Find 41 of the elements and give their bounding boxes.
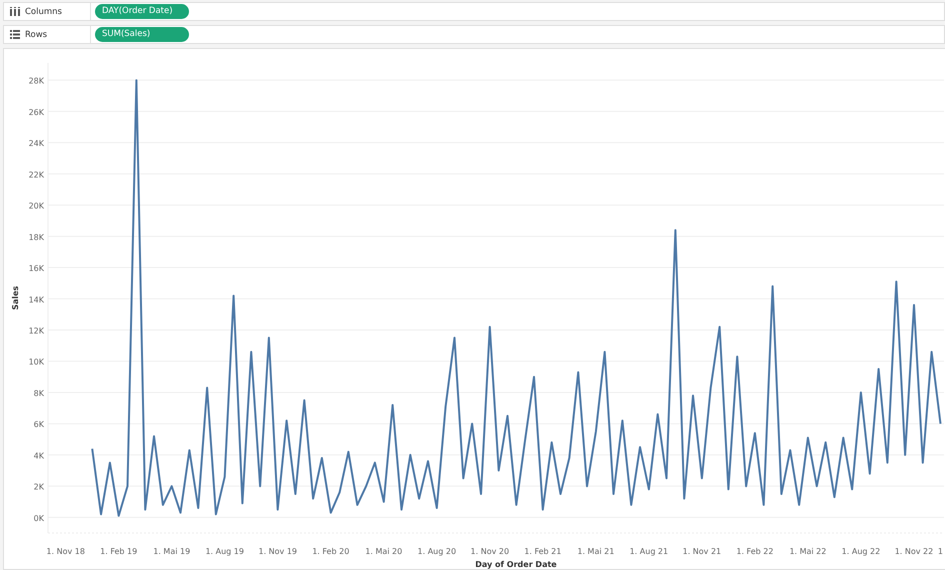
x-tick-label: 1. Mai 22: [789, 547, 826, 556]
y-tick-label: 20K: [28, 202, 44, 211]
x-tick-label: 1. Aug 19: [205, 547, 244, 556]
y-tick-label: 18K: [28, 232, 44, 242]
x-tick-label: 1. Mai 21: [577, 547, 614, 556]
y-tick-label: 0K: [34, 514, 44, 523]
x-tick-label: 1. Nov 20: [470, 547, 510, 556]
y-tick-label: 6K: [34, 420, 44, 430]
x-tick-label: 1. Nov 22: [894, 547, 934, 556]
y-tick-label: 2K: [34, 482, 44, 492]
rows-icon: [10, 30, 20, 39]
y-tick-label: 24K: [28, 139, 44, 148]
y-tick-label: 12K: [28, 326, 44, 336]
columns-icon: [10, 7, 20, 16]
y-axis-title: Sales: [11, 286, 20, 310]
y-tick-label: 4K: [34, 451, 44, 460]
y-tick-label: 14K: [28, 295, 44, 304]
x-tick-label: 1. Nov 18: [46, 547, 85, 556]
y-tick-label: 26K: [28, 108, 44, 117]
x-tick-label: 1. Nov 21: [682, 547, 722, 556]
x-tick-label: 1. Nov 19: [258, 547, 297, 556]
x-tick-label: 1. Feb 21: [524, 547, 562, 556]
y-tick-label: 16K: [28, 264, 44, 274]
x-tick-label: 1. Feb 19: [100, 547, 138, 556]
field-pill[interactable]: DAY(Order Date): [95, 4, 189, 19]
x-tick-label: 1. Mai 20: [365, 547, 402, 556]
x-tick-label: 1. Aug 20: [418, 547, 456, 556]
y-tick-label: 8K: [34, 388, 44, 398]
shelf-label: Columns: [25, 6, 62, 16]
y-tick-label: 10K: [28, 358, 44, 367]
x-tick-label: 1. Aug 22: [842, 547, 880, 556]
x-axis-title: Day of Order Date: [475, 560, 557, 569]
x-tick-label: 1. Aug 21: [630, 547, 668, 556]
x-tick-label: 1. Feb 22: [736, 547, 774, 556]
y-tick-label: 22K: [28, 170, 44, 180]
field-pill[interactable]: SUM(Sales): [95, 27, 189, 42]
shelf-label: Rows: [25, 30, 48, 40]
x-tick-label: 1. Mai 19: [153, 547, 190, 556]
x-tick-label: 1. Feb 20: [312, 547, 350, 556]
x-tick-label: 1: [938, 547, 943, 556]
y-tick-label: 28K: [28, 76, 44, 86]
